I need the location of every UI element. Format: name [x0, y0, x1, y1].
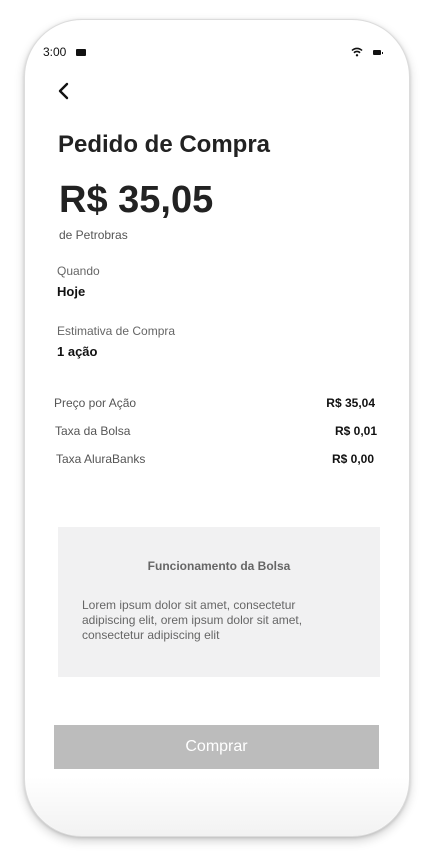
- price-per-share-label: Preço por Ação: [54, 396, 137, 410]
- page-title: Pedido de Compra: [58, 131, 271, 158]
- wifi-icon: [351, 47, 363, 57]
- status-time: 3:00: [43, 45, 67, 59]
- battery-icon: [373, 50, 383, 55]
- order-screen: 3:00 Pedido de Compra R$ 35,05 de Petrob…: [0, 0, 438, 863]
- info-text: Lorem ipsum dolor sit amet, consectetur …: [82, 598, 303, 642]
- estimate-label: Estimativa de Compra: [57, 324, 176, 338]
- buy-button[interactable]: Comprar: [54, 725, 379, 769]
- alurabanks-fee-value: R$ 0,00: [331, 452, 374, 466]
- info-card: Funcionamento da Bolsa Lorem ipsum dolor…: [58, 527, 380, 677]
- mail-icon: [76, 49, 86, 56]
- alurabanks-fee-label: Taxa AluraBanks: [56, 452, 146, 466]
- exchange-fee-value: R$ 0,01: [334, 424, 377, 438]
- company-name: de Petrobras: [59, 228, 128, 242]
- when-label: Quando: [57, 264, 100, 278]
- back-chevron-icon[interactable]: [55, 80, 73, 102]
- order-amount: R$ 35,05: [59, 179, 214, 221]
- info-title: Funcionamento da Bolsa: [147, 559, 291, 573]
- when-value: Hoje: [57, 284, 86, 299]
- exchange-fee-label: Taxa da Bolsa: [55, 424, 131, 438]
- price-per-share-value: R$ 35,04: [326, 396, 375, 410]
- estimate-value: 1 ação: [57, 344, 98, 359]
